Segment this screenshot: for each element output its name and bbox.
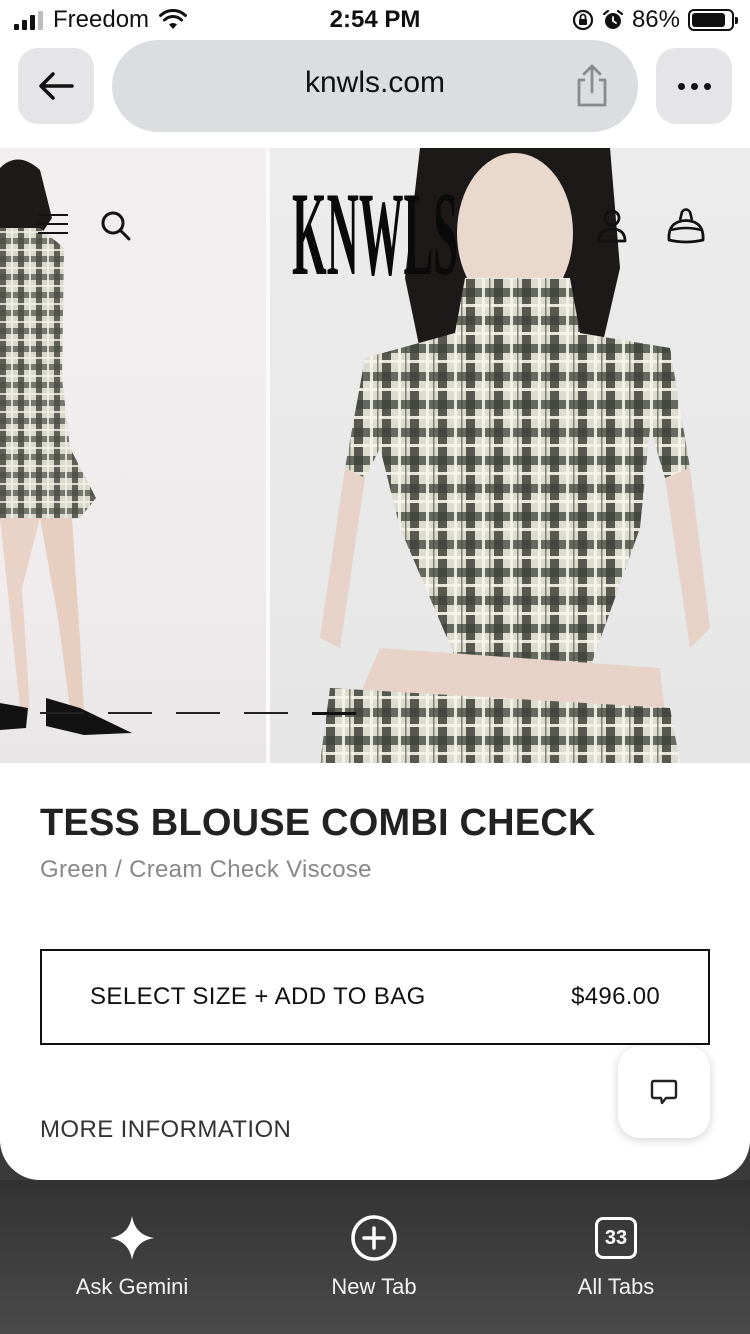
all-tabs-button[interactable]: 33 All Tabs [491, 1214, 741, 1300]
back-button[interactable] [18, 48, 94, 124]
add-to-bag-button[interactable]: SELECT SIZE + ADD TO BAG $496.00 [40, 949, 710, 1045]
status-right: 86% [572, 6, 738, 34]
ask-gemini-button[interactable]: Ask Gemini [7, 1214, 257, 1300]
account-icon[interactable] [596, 208, 628, 244]
battery-level-fill [692, 13, 725, 27]
cellular-signal-icon [14, 10, 43, 30]
product-image-carousel[interactable]: KNWLS [0, 148, 750, 763]
orientation-lock-icon [572, 9, 594, 31]
ask-gemini-label: Ask Gemini [75, 1274, 189, 1299]
new-tab-button[interactable]: New Tab [249, 1214, 499, 1300]
browser-toolbar: knwls.com [0, 40, 750, 148]
status-bar: Freedom 2:54 PM 86% [0, 0, 750, 40]
wifi-icon [159, 9, 188, 29]
plus-circle-icon [351, 1215, 397, 1261]
browser-bottom-bar: Ask Gemini New Tab 33 All Tabs [0, 1180, 750, 1334]
battery-icon [688, 9, 738, 31]
status-left: Freedom [14, 6, 188, 34]
more-information-toggle[interactable]: MORE INFORMATION [40, 1116, 291, 1144]
address-bar[interactable]: knwls.com [112, 40, 638, 132]
logo-text: KNWLS [292, 167, 458, 284]
carousel-dot[interactable] [312, 712, 356, 715]
carousel-dot[interactable] [40, 712, 84, 714]
gemini-sparkle-icon [110, 1216, 154, 1260]
back-arrow-icon [39, 72, 74, 100]
tabs-count-icon: 33 [595, 1217, 637, 1259]
site-header: KNWLS [0, 148, 750, 308]
all-tabs-label: All Tabs [577, 1274, 655, 1299]
more-options-button[interactable] [656, 48, 732, 124]
product-title: TESS BLOUSE COMBI CHECK [40, 802, 596, 844]
url-text: knwls.com [304, 66, 446, 99]
battery-percent: 86% [631, 6, 680, 33]
alarm-icon [602, 9, 624, 29]
chat-bubble-icon [650, 1079, 678, 1105]
carrier-name: Freedom [53, 6, 150, 33]
more-icon [677, 82, 685, 90]
web-content: KNWLS TESS BLOUSE COMBI CHECK Green / Cr… [0, 148, 750, 1180]
product-price: $496.00 [571, 983, 660, 1010]
carousel-dot[interactable] [244, 712, 288, 714]
search-icon[interactable] [100, 210, 132, 242]
bag-icon[interactable] [666, 206, 706, 244]
carousel-dot[interactable] [176, 712, 220, 714]
product-color-material: Green / Cream Check Viscose [40, 856, 372, 883]
site-logo[interactable]: KNWLS [290, 166, 460, 284]
carousel-dot[interactable] [108, 712, 152, 714]
new-tab-label: New Tab [331, 1274, 417, 1299]
share-icon[interactable] [572, 64, 612, 108]
carousel-indicators[interactable] [40, 712, 356, 715]
menu-icon[interactable] [38, 214, 68, 234]
add-to-bag-label: SELECT SIZE + ADD TO BAG [90, 983, 426, 1010]
chat-button[interactable] [618, 1046, 710, 1138]
